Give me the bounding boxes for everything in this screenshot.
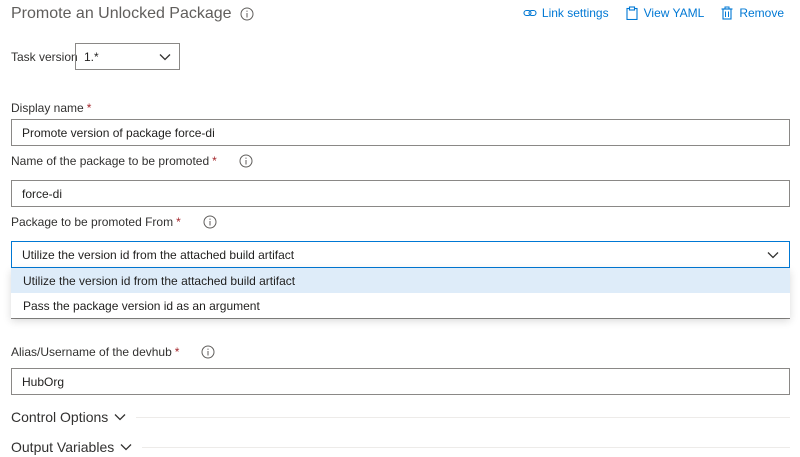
package-name-label-text: Name of the package to be promoted [11,154,210,168]
page-title: Promote an Unlocked Package [11,5,232,22]
trash-icon [721,6,733,20]
display-name-label: Display name * [11,101,91,115]
output-variables-label: Output Variables [11,439,115,455]
promoted-from-value: Utilize the version id from the attached… [22,247,295,262]
promoted-from-label: Package to be promoted From * [11,215,217,229]
promoted-from-dropdown[interactable]: Utilize the version id from the attached… [11,241,790,268]
task-version-select[interactable]: 1.* [75,43,180,70]
task-version-value: 1.* [84,49,99,64]
chevron-down-icon [159,53,171,60]
link-settings-label: Link settings [541,6,609,20]
control-options-section[interactable]: Control Options [11,409,790,425]
info-icon[interactable] [240,7,254,21]
display-name-label-text: Display name [11,101,84,115]
output-variables-section[interactable]: Output Variables [11,439,790,455]
chevron-down-icon [114,414,126,421]
info-icon[interactable] [239,154,253,168]
promoted-from-label-text: Package to be promoted From [11,215,174,229]
devhub-alias-value: HubOrg [22,374,65,389]
view-yaml-label: View YAML [643,6,705,20]
devhub-alias-input[interactable]: HubOrg [11,368,790,395]
package-name-input[interactable]: force-di [11,180,790,207]
option-version-id-as-argument[interactable]: Pass the package version id as an argume… [11,293,790,318]
required-marker: * [212,154,217,168]
devhub-alias-label: Alias/Username of the devhub * [11,345,215,359]
page-title-row: Promote an Unlocked Package [11,5,254,23]
required-marker: * [86,101,92,115]
required-marker: * [174,345,180,359]
package-name-label: Name of the package to be promoted * [11,154,253,168]
task-version-label: Task version [11,50,78,64]
chevron-down-icon [120,444,132,451]
option-version-id-from-artifact[interactable]: Utilize the version id from the attached… [11,268,790,293]
header-actions: Link settings View YAML Remove [523,6,784,20]
remove-button[interactable]: Remove [720,6,784,20]
view-yaml-button[interactable]: View YAML [625,6,705,20]
control-options-label: Control Options [11,409,109,425]
promoted-from-menu: Utilize the version id from the attached… [11,268,790,318]
link-settings-button[interactable]: Link settings [523,6,609,20]
display-name-input[interactable]: Promote version of package force-di [11,119,790,146]
section-divider [136,416,790,418]
remove-label: Remove [739,6,784,20]
info-icon[interactable] [203,215,217,229]
package-name-value: force-di [22,186,63,201]
link-icon [523,9,537,17]
section-divider [142,446,790,448]
chevron-down-icon [767,251,779,258]
display-name-value: Promote version of package force-di [22,125,215,140]
clipboard-icon [626,6,638,20]
devhub-alias-label-text: Alias/Username of the devhub [11,345,172,359]
required-marker: * [176,215,181,229]
info-icon[interactable] [201,345,215,359]
